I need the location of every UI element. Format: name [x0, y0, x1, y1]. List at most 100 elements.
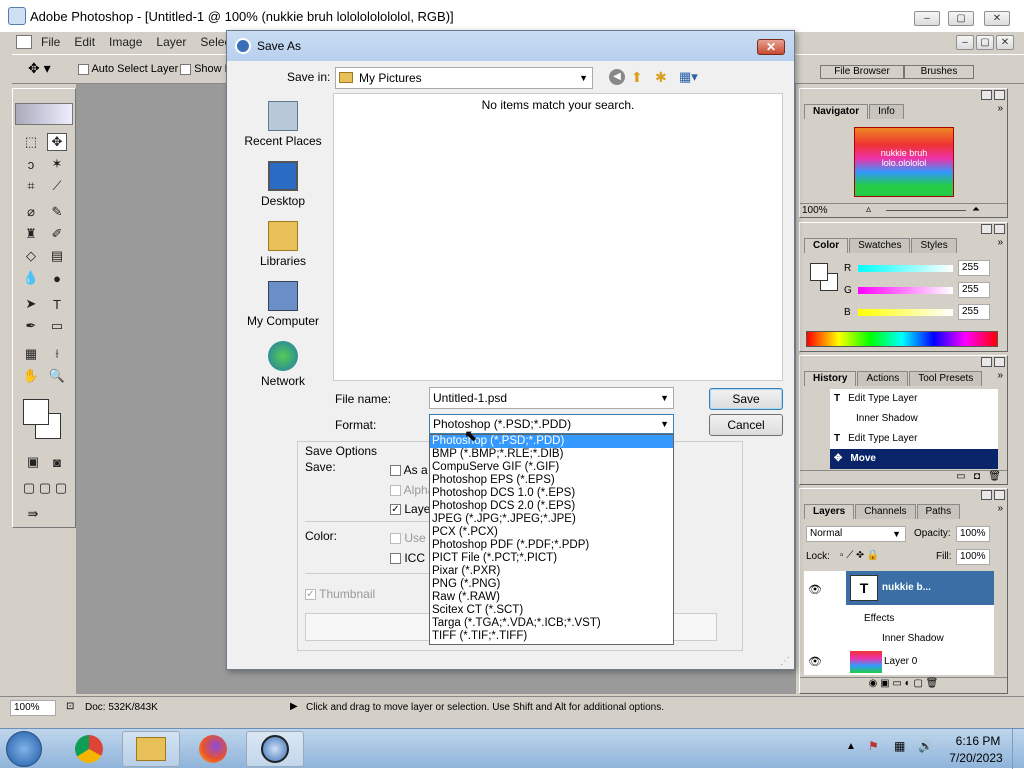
- screen-mode-3-icon[interactable]: ▢: [51, 479, 71, 497]
- trash-icon[interactable]: 🗑: [926, 678, 939, 689]
- as-copy-checkbox[interactable]: [390, 465, 401, 477]
- show-bounding-option[interactable]: Show B: [180, 63, 232, 75]
- crop-tool-icon[interactable]: ⌗: [21, 177, 41, 195]
- color-fg-swatch[interactable]: [810, 263, 828, 281]
- tray-flag-icon[interactable]: ⚑: [868, 739, 879, 753]
- lasso-tool-icon[interactable]: ↄ: [21, 155, 41, 173]
- quickmask-mode-icon[interactable]: ◙: [47, 453, 67, 471]
- clock-time[interactable]: 6:16 PM: [952, 734, 1004, 748]
- file-browser-tab[interactable]: File Browser: [820, 65, 904, 79]
- slice-tool-icon[interactable]: ⟋: [47, 177, 67, 195]
- history-item[interactable]: Inner Shadow: [830, 409, 998, 429]
- format-option[interactable]: JPEG (*.JPG;*.JPEG;*.JPE): [430, 513, 673, 526]
- show-bounding-checkbox[interactable]: [180, 63, 191, 75]
- tray-network-icon[interactable]: ▦: [894, 739, 905, 753]
- thumbnail-option[interactable]: Thumbnail: [305, 587, 375, 601]
- file-list[interactable]: No items match your search.: [333, 93, 783, 381]
- tab-history[interactable]: History: [804, 371, 857, 386]
- doc-close-button[interactable]: ✕: [996, 35, 1014, 50]
- history-item[interactable]: T Edit Type Layer: [830, 389, 998, 409]
- brush-tool-icon[interactable]: ✎: [47, 203, 67, 221]
- b-value[interactable]: 255: [958, 304, 990, 320]
- status-zoom[interactable]: 100%: [10, 700, 56, 716]
- pen-tool-icon[interactable]: ✒: [21, 317, 41, 335]
- snapshot-icon[interactable]: ◘: [974, 471, 980, 482]
- eyedropper-icon[interactable]: ⟊: [47, 345, 67, 363]
- format-option[interactable]: Photoshop DCS 2.0 (*.EPS): [430, 500, 673, 513]
- color-ramp[interactable]: [806, 331, 998, 347]
- auto-select-checkbox[interactable]: [78, 63, 89, 75]
- auto-select-option[interactable]: Auto Select Layer: [78, 63, 178, 75]
- layers-close[interactable]: [994, 490, 1005, 500]
- hand-tool-icon[interactable]: ✋: [21, 367, 41, 385]
- format-option[interactable]: TIFF (*.TIF;*.TIFF): [430, 630, 673, 643]
- new-document-icon[interactable]: ▭: [956, 471, 965, 482]
- clone-stamp-icon[interactable]: ♜: [21, 225, 41, 243]
- maximize-button[interactable]: ▢: [948, 11, 974, 26]
- new-layer-icon[interactable]: ▢: [913, 678, 922, 689]
- format-option[interactable]: Raw (*.RAW): [430, 591, 673, 604]
- r-slider[interactable]: [858, 265, 953, 272]
- blur-tool-icon[interactable]: 💧: [21, 269, 41, 287]
- navigator-zoom[interactable]: 100%: [802, 205, 828, 216]
- history-item-selected[interactable]: ✥ Move: [830, 449, 998, 469]
- taskbar-firefox[interactable]: [184, 731, 242, 767]
- tray-volume-icon[interactable]: 🔊: [918, 739, 933, 753]
- tab-tool-presets[interactable]: Tool Presets: [909, 371, 983, 386]
- magic-wand-icon[interactable]: ✶: [47, 155, 67, 173]
- history-minimize[interactable]: [981, 357, 992, 367]
- taskbar-photoshop[interactable]: [246, 731, 304, 767]
- zoom-tool-icon[interactable]: 🔍: [47, 367, 67, 385]
- layer-style-icon[interactable]: ◉: [869, 678, 878, 689]
- trash-icon[interactable]: 🗑: [988, 471, 1001, 482]
- minimize-button[interactable]: –: [914, 11, 940, 26]
- place-network[interactable]: Network: [239, 341, 327, 388]
- nav-close[interactable]: [994, 90, 1005, 100]
- eye-icon[interactable]: 👁: [808, 583, 822, 596]
- tab-navigator[interactable]: Navigator: [804, 104, 869, 119]
- opacity-field[interactable]: 100%: [956, 526, 990, 542]
- tab-styles[interactable]: Styles: [911, 238, 957, 253]
- zoom-out-icon[interactable]: ▵: [866, 204, 871, 215]
- show-desktop-button[interactable]: [1012, 729, 1024, 769]
- play-arrow-icon[interactable]: ▶: [290, 701, 298, 712]
- close-button[interactable]: ✕: [984, 11, 1010, 26]
- save-button[interactable]: Save: [709, 388, 783, 410]
- save-in-select[interactable]: My Pictures ▼: [335, 67, 593, 89]
- r-value[interactable]: 255: [958, 260, 990, 276]
- eye-icon[interactable]: 👁: [808, 655, 822, 668]
- color-minimize[interactable]: [981, 224, 992, 234]
- type-tool-icon[interactable]: T: [47, 295, 67, 313]
- use-proof-checkbox[interactable]: [390, 533, 401, 545]
- layers-option[interactable]: Laye: [390, 502, 430, 516]
- format-option[interactable]: Pixar (*.PXR): [430, 565, 673, 578]
- cancel-button[interactable]: Cancel: [709, 414, 783, 436]
- format-option[interactable]: PICT File (*.PCT;*.PICT): [430, 552, 673, 565]
- format-option[interactable]: PNG (*.PNG): [430, 578, 673, 591]
- standard-mode-icon[interactable]: ▣: [23, 453, 43, 471]
- history-brush-icon[interactable]: ✐: [47, 225, 67, 243]
- nav-minimize[interactable]: [981, 90, 992, 100]
- notes-tool-icon[interactable]: ▦: [21, 345, 41, 363]
- back-icon[interactable]: ◀: [609, 69, 625, 85]
- tab-info[interactable]: Info: [869, 104, 904, 119]
- move-tool-preset-icon[interactable]: ✥ ▾: [28, 60, 51, 77]
- zoom-in-icon[interactable]: ⏶: [972, 204, 980, 215]
- place-libraries[interactable]: Libraries: [239, 221, 327, 268]
- blend-mode-select[interactable]: Normal ▼: [806, 526, 906, 542]
- alpha-option[interactable]: Alpha: [390, 483, 434, 497]
- clock-date[interactable]: 7/20/2023: [944, 751, 1008, 765]
- navigator-thumbnail[interactable]: nukkie bruh lolo.olololol: [854, 127, 954, 197]
- path-select-icon[interactable]: ➤: [21, 295, 41, 313]
- toolbox-logo[interactable]: [15, 103, 73, 125]
- brushes-tab[interactable]: Brushes: [904, 65, 974, 79]
- tray-expand-icon[interactable]: ▲: [846, 741, 856, 752]
- layers-checkbox[interactable]: [390, 504, 401, 516]
- format-option[interactable]: Scitex CT (*.SCT): [430, 604, 673, 617]
- format-dropdown-list[interactable]: Photoshop (*.PSD;*.PDD) BMP (*.BMP;*.RLE…: [429, 434, 674, 645]
- foreground-color-swatch[interactable]: [23, 399, 49, 425]
- fill-field[interactable]: 100%: [956, 549, 990, 565]
- g-value[interactable]: 255: [958, 282, 990, 298]
- start-button[interactable]: [6, 731, 42, 767]
- gradient-tool-icon[interactable]: ▤: [47, 247, 67, 265]
